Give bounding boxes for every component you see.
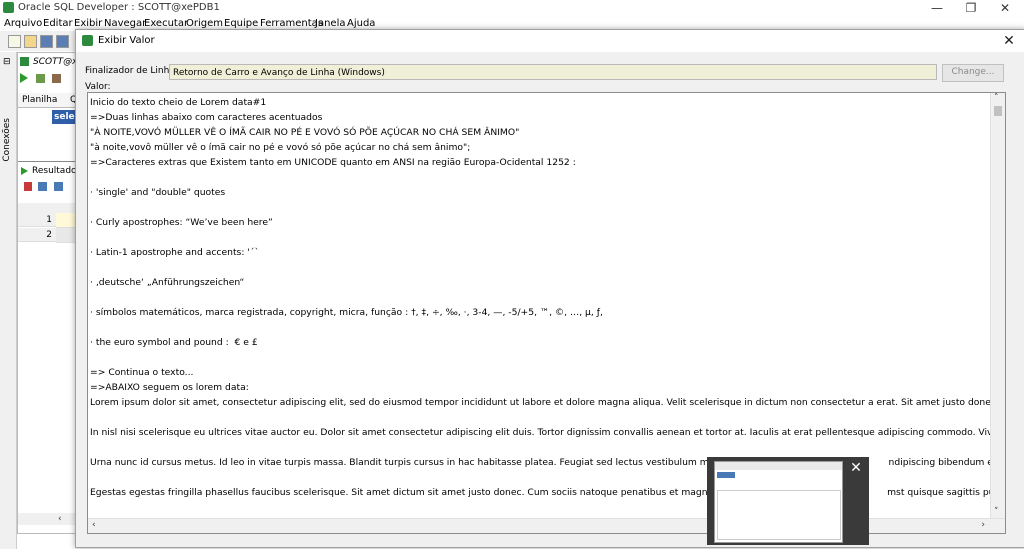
save-all-icon[interactable] [56,35,69,48]
line-terminator-label: Finalizador de Linhas: [85,66,183,76]
tab-planilha[interactable]: Planilha [22,95,57,105]
menu-ajuda[interactable]: Ajuda [347,18,375,29]
minimize-icon[interactable]: — [920,0,954,17]
close-window-icon[interactable]: ✕ [988,0,1022,17]
connection-icon [20,57,29,66]
value-line: =>Caracteres extras que Existem tanto em… [90,157,576,168]
value-line: In nisl nisi scelerisque eu ultrices vit… [90,427,990,438]
run-script-icon[interactable] [36,74,45,83]
vertical-scrollbar[interactable]: ˄ ˅ [990,93,1005,519]
value-line: =>ABAIXO seguem os lorem data: [90,382,249,393]
left-sidebar: ⊟ Conexões [0,52,17,549]
value-line: · 'single' and "double" quotes [90,187,226,198]
left-hscroll[interactable] [18,513,78,525]
value-label: Valor: [85,82,111,92]
menu-origem[interactable]: Origem [186,18,223,29]
save-icon[interactable] [40,35,53,48]
splitter[interactable] [18,161,78,162]
value-line [90,170,990,185]
value-line: · ‚deutsche‘ „Anführungszeichen“ [90,277,245,288]
window-preview-popup[interactable]: ✕ [707,457,869,545]
export-icon[interactable] [54,182,63,191]
view-value-dialog: Exibir Valor ✕ Finalizador de Linhas: Re… [75,29,1024,548]
value-line: "à noite,vovô müller vê o ímã cair no pé… [90,142,471,153]
dialog-titlebar: Exibir Valor ✕ [76,30,1024,52]
menu-equipe[interactable]: Equipe [224,18,258,29]
change-button[interactable]: Change... [942,64,1004,82]
pin-results-icon[interactable] [24,182,32,191]
run-icon[interactable] [20,73,28,83]
main-toolbar [0,31,80,51]
pin-icon[interactable]: ⊟ [3,57,11,67]
scrollbar-thumb[interactable] [994,106,1002,116]
window-preview-image[interactable] [714,461,843,543]
app-icon [3,2,14,13]
scroll-left-icon[interactable]: ‹ [92,520,96,530]
menu-arquivo[interactable]: Arquivo [4,18,42,29]
close-preview-icon[interactable]: ✕ [847,459,865,477]
menu-janela[interactable]: Janela [315,18,345,29]
app-title: Oracle SQL Developer : SCOTT@xePDB1 [18,2,220,13]
value-line [90,230,990,245]
results-icon [21,167,28,175]
value-line: Lorem ipsum dolor sit amet, consectetur … [90,397,990,408]
menu-navegar[interactable]: Navegar [104,18,146,29]
restore-icon[interactable]: ❐ [954,0,988,17]
scroll-left-icon[interactable]: ‹ [58,514,62,524]
menu-ferramentas[interactable]: Ferramentas [260,18,323,29]
dialog-icon [82,35,93,46]
value-line [90,290,990,305]
value-line: · Latin-1 apostrophe and accents: '´` [90,247,260,258]
open-folder-icon[interactable] [24,35,37,48]
value-line: · the euro symbol and pound : € e £ [90,337,258,348]
menu-exibir[interactable]: Exibir [74,18,102,29]
value-line [90,200,990,215]
value-line: · símbolos matemáticos, marca registrada… [90,307,603,318]
value-line [90,440,990,455]
value-line: Inicio do texto cheio de Lorem data#1 [90,97,267,108]
value-line [90,320,990,335]
scroll-down-icon[interactable]: ˅ [994,507,999,517]
value-line [90,410,990,425]
row-number[interactable]: 2 [18,228,56,242]
app-titlebar: Oracle SQL Developer : SCOTT@xePDB1 — ❐ … [0,0,1024,17]
sidebar-connections-tab[interactable]: Conexões [2,118,12,162]
scroll-right-icon[interactable]: › [981,520,985,530]
value-line: · Curly apostrophes: “We’ve been here” [90,217,273,228]
new-file-icon[interactable] [8,35,21,48]
value-line: =>Duas linhas abaixo com caracteres acen… [90,112,323,123]
line-terminator-field[interactable]: Retorno de Carro e Avanço de Linha (Wind… [169,64,937,80]
print-icon[interactable] [38,182,47,191]
close-icon[interactable]: ✕ [999,31,1019,51]
preview-toolbar [715,462,842,470]
dialog-title: Exibir Valor [98,35,155,46]
value-line: "À NOITE,VOVÓ MÜLLER VÊ O ÍMÃ CAIR NO PÉ… [90,127,520,138]
menu-executar[interactable]: Executar [144,18,188,29]
editor-panel: SCOTT@xe Planilha Q sele Resultado 1 2 ‹ [17,52,83,534]
scroll-up-icon[interactable]: ˄ [994,93,999,103]
preview-highlight [717,472,735,478]
row-number[interactable]: 1 [18,213,56,227]
commit-icon[interactable] [52,74,61,83]
value-line: => Continua o texto... [90,367,194,378]
value-line [90,260,990,275]
tab-resultado[interactable]: Resultado [32,166,77,176]
menu-editar[interactable]: Editar [43,18,73,29]
preview-content [717,490,841,540]
value-line [90,350,990,365]
